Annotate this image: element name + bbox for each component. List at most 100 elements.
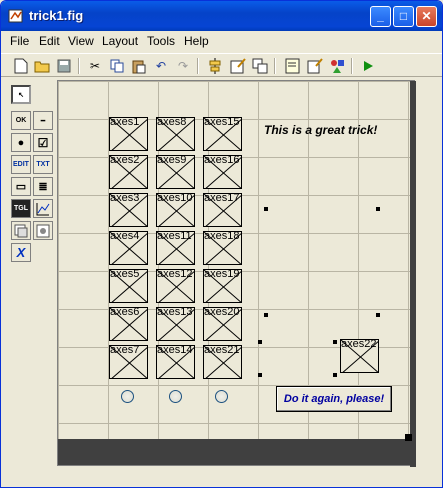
axes-label: axes18 bbox=[204, 231, 240, 242]
axes-label: axes4 bbox=[110, 231, 140, 242]
axes-placeholder[interactable]: axes7 bbox=[109, 345, 148, 379]
menu-bar: File Edit View Layout Tools Help bbox=[1, 31, 442, 51]
axes-placeholder[interactable]: axes16 bbox=[203, 155, 242, 189]
menu-edit[interactable]: Edit bbox=[39, 34, 60, 48]
axes-label: axes17 bbox=[204, 193, 240, 204]
paste-icon[interactable] bbox=[130, 57, 148, 75]
edit-text-tool-icon[interactable]: EDIT bbox=[11, 155, 31, 174]
guide-window: trick1.fig _ □ ✕ File Edit View Layout T… bbox=[0, 0, 443, 488]
axes-label: axes6 bbox=[110, 307, 140, 318]
axes-placeholder[interactable]: axes17 bbox=[203, 193, 242, 227]
radio-button[interactable] bbox=[169, 390, 182, 403]
popup-menu-tool-icon[interactable]: ▭ bbox=[11, 177, 31, 196]
selection-handle[interactable] bbox=[264, 313, 268, 317]
static-text-title[interactable]: This is a great trick! bbox=[264, 123, 377, 137]
layout-area: This is a great trick! axes22 Do it agai… bbox=[57, 80, 416, 467]
activex-x-tool-icon[interactable]: X bbox=[11, 243, 31, 262]
selection-handle[interactable] bbox=[376, 313, 380, 317]
axes-label: axes8 bbox=[157, 117, 187, 128]
select-arrow-tool-icon[interactable]: ↖ bbox=[11, 85, 31, 104]
menu-editor-icon[interactable] bbox=[229, 57, 247, 75]
tab-order-editor-icon[interactable] bbox=[251, 57, 269, 75]
title-bar: trick1.fig _ □ ✕ bbox=[1, 1, 442, 31]
axes-placeholder[interactable]: axes8 bbox=[156, 117, 195, 151]
menu-help[interactable]: Help bbox=[184, 34, 209, 48]
selection-handle[interactable] bbox=[333, 340, 337, 344]
axes-placeholder[interactable]: axes10 bbox=[156, 193, 195, 227]
axes-placeholder[interactable]: axes5 bbox=[109, 269, 148, 303]
axes-label: axes9 bbox=[157, 155, 187, 166]
align-objects-icon[interactable] bbox=[206, 57, 224, 75]
axes-placeholder[interactable]: axes13 bbox=[156, 307, 195, 341]
axes-label: axes5 bbox=[110, 269, 140, 280]
selection-handle[interactable] bbox=[376, 207, 380, 211]
window-title: trick1.fig bbox=[29, 8, 84, 23]
property-inspector-icon[interactable] bbox=[306, 57, 324, 75]
axes-tool-icon[interactable] bbox=[33, 199, 53, 218]
listbox-tool-icon[interactable]: ≣ bbox=[33, 177, 53, 196]
axes-placeholder[interactable]: axes19 bbox=[203, 269, 242, 303]
menu-file[interactable]: File bbox=[10, 34, 29, 48]
axes-placeholder[interactable]: axes21 bbox=[203, 345, 242, 379]
maximize-button[interactable]: □ bbox=[393, 6, 414, 27]
radiobutton-tool-icon[interactable]: ● bbox=[11, 133, 31, 152]
axes-placeholder[interactable]: axes1 bbox=[109, 117, 148, 151]
selection-handle[interactable] bbox=[264, 207, 268, 211]
axes-placeholder[interactable]: axes18 bbox=[203, 231, 242, 265]
do-it-again-button[interactable]: Do it again, please! bbox=[276, 386, 392, 412]
radio-button[interactable] bbox=[215, 390, 228, 403]
save-icon[interactable] bbox=[55, 57, 73, 75]
minimize-button[interactable]: _ bbox=[370, 6, 391, 27]
toolbar: ✂ ↶ ↷ bbox=[1, 53, 442, 77]
axes-label: axes14 bbox=[157, 345, 193, 356]
checkbox-tool-icon[interactable]: ☑ bbox=[33, 133, 53, 152]
axes-label: axes2 bbox=[110, 155, 140, 166]
cut-icon[interactable]: ✂ bbox=[86, 57, 104, 75]
menu-view[interactable]: View bbox=[68, 34, 94, 48]
mfile-editor-icon[interactable] bbox=[284, 57, 302, 75]
redo-icon[interactable]: ↷ bbox=[174, 57, 192, 75]
axes-label: axes13 bbox=[157, 307, 193, 318]
axes-placeholder[interactable]: axes6 bbox=[109, 307, 148, 341]
undo-icon[interactable]: ↶ bbox=[152, 57, 170, 75]
axes-label: axes11 bbox=[157, 231, 192, 242]
static-text-tool-icon[interactable]: TXT bbox=[33, 155, 53, 174]
object-browser-icon[interactable] bbox=[328, 57, 346, 75]
slider-tool-icon[interactable]: ━ bbox=[33, 111, 53, 130]
axes-label: axes16 bbox=[204, 155, 240, 166]
menu-layout[interactable]: Layout bbox=[102, 34, 138, 48]
toggle-button-tool-icon[interactable]: TGL bbox=[11, 199, 31, 218]
axes-label: axes21 bbox=[204, 345, 240, 356]
axes-placeholder[interactable]: axes15 bbox=[203, 117, 242, 151]
new-file-icon[interactable] bbox=[12, 57, 30, 75]
axes-placeholder[interactable]: axes11 bbox=[156, 231, 195, 265]
close-button[interactable]: ✕ bbox=[416, 6, 437, 27]
menu-tools[interactable]: Tools bbox=[147, 34, 175, 48]
axes-placeholder[interactable]: axes9 bbox=[156, 155, 195, 189]
resize-grip-icon[interactable] bbox=[405, 434, 412, 441]
axes-placeholder[interactable]: axes3 bbox=[109, 193, 148, 227]
axes-placeholder[interactable]: axes14 bbox=[156, 345, 195, 379]
run-icon[interactable] bbox=[359, 57, 377, 75]
radio-button[interactable] bbox=[121, 390, 134, 403]
selection-handle[interactable] bbox=[258, 373, 262, 377]
figure-canvas[interactable]: This is a great trick! axes22 Do it agai… bbox=[58, 81, 410, 439]
selection-handle[interactable] bbox=[333, 373, 337, 377]
axes-placeholder[interactable]: axes12 bbox=[156, 269, 195, 303]
pushbutton-tool-icon[interactable]: OK bbox=[11, 111, 31, 130]
axes-label: axes19 bbox=[204, 269, 240, 280]
axes-placeholder[interactable]: axes22 bbox=[340, 339, 379, 373]
axes-label: axes3 bbox=[110, 193, 140, 204]
axes-label: axes15 bbox=[204, 117, 240, 128]
axes-label: axes10 bbox=[157, 193, 193, 204]
open-folder-icon[interactable] bbox=[33, 57, 51, 75]
axes-label: axes22 bbox=[341, 339, 377, 350]
selection-handle[interactable] bbox=[258, 340, 262, 344]
activex-tool-icon[interactable] bbox=[33, 221, 53, 240]
axes-placeholder[interactable]: axes2 bbox=[109, 155, 148, 189]
axes-label: axes1 bbox=[110, 117, 140, 128]
axes-placeholder[interactable]: axes4 bbox=[109, 231, 148, 265]
frame-tool-icon[interactable] bbox=[11, 221, 31, 240]
axes-placeholder[interactable]: axes20 bbox=[203, 307, 242, 341]
copy-icon[interactable] bbox=[108, 57, 126, 75]
